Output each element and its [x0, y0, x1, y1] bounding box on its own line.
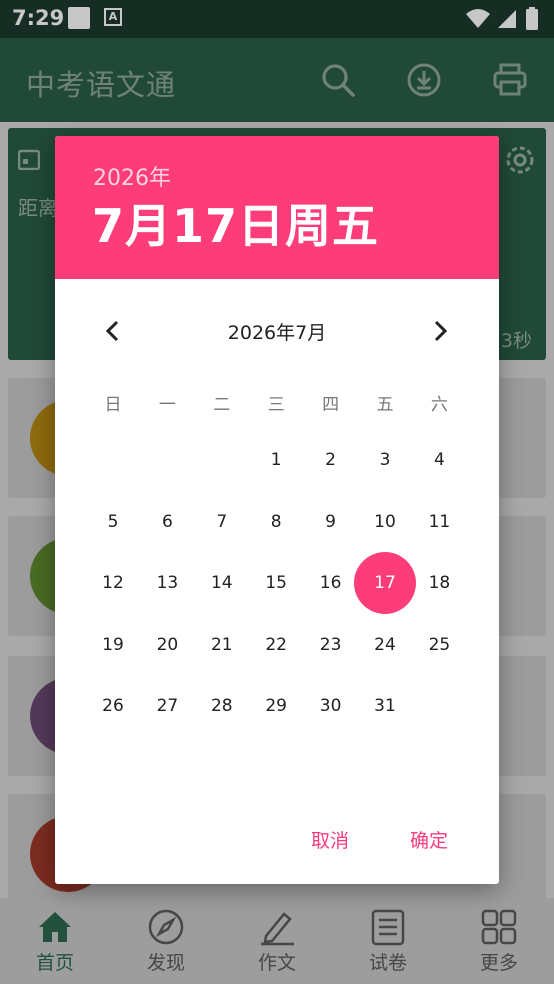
calendar-day[interactable]: 31 — [358, 679, 412, 733]
calendar-day[interactable]: 5 — [86, 495, 140, 549]
calendar-day[interactable]: 20 — [140, 618, 194, 672]
calendar-day[interactable]: 25 — [412, 618, 466, 672]
weekday-label: 六 — [430, 395, 448, 415]
calendar-day[interactable]: 18 — [412, 556, 466, 610]
calendar-day[interactable]: 29 — [249, 679, 303, 733]
calendar-day[interactable]: 16 — [304, 556, 358, 610]
weekday-label: 一 — [158, 395, 176, 415]
calendar-day[interactable]: 6 — [140, 495, 194, 549]
calendar-day[interactable]: 3 — [358, 433, 412, 487]
header-selected-date[interactable]: 7月17日周五 — [92, 190, 379, 256]
calendar-day[interactable]: 14 — [195, 556, 249, 610]
month-navigation: 2026年7月 — [55, 306, 499, 356]
calendar-day[interactable]: 24 — [358, 618, 412, 672]
weekday-label: 五 — [376, 395, 394, 415]
date-picker-dialog: 2026年 7月17日周五 2026年7月 日一二三四五六 1234567891… — [55, 136, 499, 884]
calendar-day[interactable]: 11 — [412, 495, 466, 549]
cancel-button[interactable]: 取消 — [311, 826, 349, 853]
calendar-day[interactable]: 27 — [140, 679, 194, 733]
date-picker-header: 2026年 7月17日周五 — [55, 136, 499, 279]
weekday-label: 日 — [104, 395, 122, 415]
weekday-label: 三 — [267, 395, 285, 415]
weekday-label: 二 — [213, 395, 231, 415]
calendar-day[interactable]: 4 — [412, 433, 466, 487]
calendar-day[interactable]: 15 — [249, 556, 303, 610]
calendar-day[interactable]: 13 — [140, 556, 194, 610]
weekday-label: 四 — [322, 395, 340, 415]
calendar-day-selected[interactable]: 17 — [358, 556, 412, 610]
calendar-day[interactable]: 12 — [86, 556, 140, 610]
calendar-day[interactable]: 23 — [304, 618, 358, 672]
ok-button[interactable]: 确定 — [410, 826, 448, 853]
calendar-day[interactable]: 19 — [86, 618, 140, 672]
calendar-day[interactable]: 10 — [358, 495, 412, 549]
calendar-day[interactable]: 2 — [304, 433, 358, 487]
header-year[interactable]: 2026年 — [93, 160, 171, 192]
calendar-day[interactable]: 30 — [304, 679, 358, 733]
calendar-day[interactable]: 21 — [195, 618, 249, 672]
calendar-day[interactable]: 28 — [195, 679, 249, 733]
next-month-icon[interactable] — [425, 316, 455, 346]
calendar-day[interactable]: 26 — [86, 679, 140, 733]
calendar-day[interactable]: 9 — [304, 495, 358, 549]
calendar-day[interactable]: 22 — [249, 618, 303, 672]
calendar-day[interactable]: 8 — [249, 495, 303, 549]
calendar-day[interactable]: 1 — [249, 433, 303, 487]
calendar-day[interactable]: 7 — [195, 495, 249, 549]
